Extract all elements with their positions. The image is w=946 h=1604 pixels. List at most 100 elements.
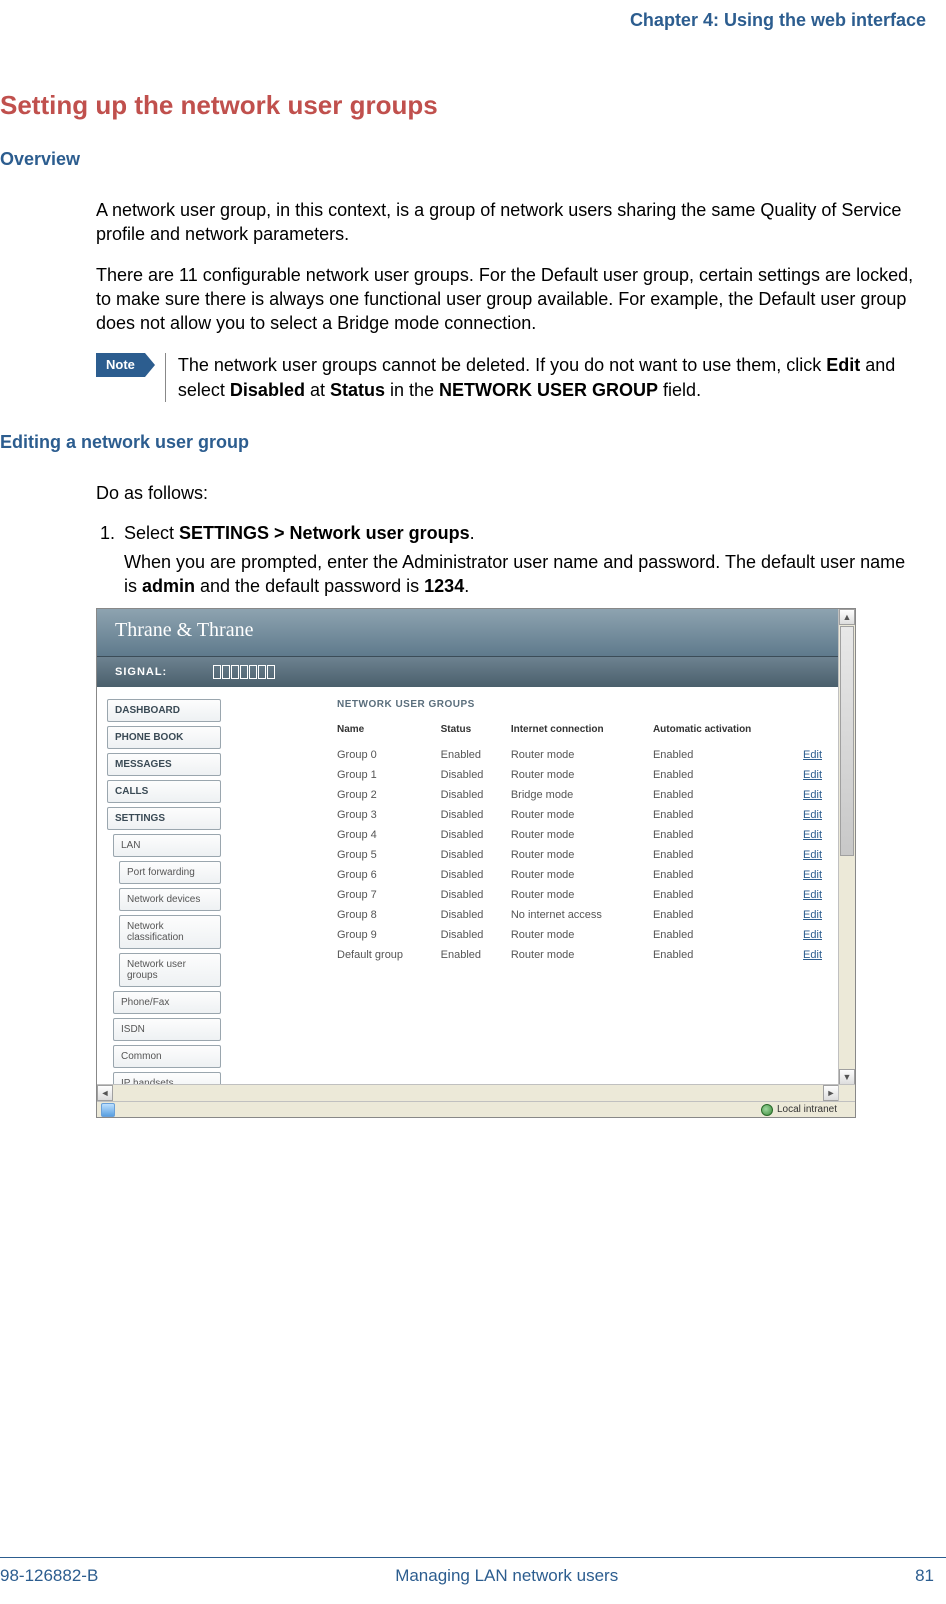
edit-link[interactable]: Edit <box>803 789 822 801</box>
edit-body: Do as follows: Select SETTINGS > Network… <box>96 481 914 1118</box>
do-as: Do as follows: <box>96 481 914 505</box>
footer: 98-126882-B Managing LAN network users 8… <box>0 1566 946 1586</box>
cell-status: Enabled <box>441 945 511 965</box>
table-row: Group 0EnabledRouter modeEnabledEdit <box>337 745 839 765</box>
cell-name: Default group <box>337 945 441 965</box>
overview-heading: Overview <box>0 149 914 170</box>
page-number: 81 <box>915 1566 934 1586</box>
signal-indicator <box>213 665 275 679</box>
nav-dashboard[interactable]: DASHBOARD <box>107 699 221 722</box>
cell-action: Edit <box>803 825 839 845</box>
cell-name: Group 8 <box>337 905 441 925</box>
scroll-right-arrow-icon[interactable]: ► <box>823 1085 839 1101</box>
edit-link[interactable]: Edit <box>803 929 822 941</box>
cell-action: Edit <box>803 785 839 805</box>
scroll-down-arrow-icon[interactable]: ▼ <box>839 1069 855 1085</box>
cell-internet: Router mode <box>511 765 653 785</box>
scroll-up-arrow-icon[interactable]: ▲ <box>839 609 855 625</box>
cell-action: Edit <box>803 845 839 865</box>
cell-status: Disabled <box>441 785 511 805</box>
nav-lan[interactable]: LAN <box>113 834 221 857</box>
scroll-thumb[interactable] <box>840 626 854 856</box>
cell-action: Edit <box>803 905 839 925</box>
page: Chapter 4: Using the web interface Setti… <box>0 0 946 1604</box>
nav-common[interactable]: Common <box>113 1045 221 1068</box>
edit-link[interactable]: Edit <box>803 909 822 921</box>
table-row: Group 3DisabledRouter modeEnabledEdit <box>337 805 839 825</box>
col-auto: Automatic activation <box>653 724 803 745</box>
cell-auto: Enabled <box>653 925 803 945</box>
nav-messages[interactable]: MESSAGES <box>107 753 221 776</box>
cell-action: Edit <box>803 765 839 785</box>
overview-body: A network user group, in this context, i… <box>96 198 914 402</box>
edit-link[interactable]: Edit <box>803 949 822 961</box>
nav-port-forwarding[interactable]: Port forwarding <box>119 861 221 884</box>
cell-name: Group 3 <box>337 805 441 825</box>
nav-calls[interactable]: CALLS <box>107 780 221 803</box>
horizontal-scrollbar[interactable]: ◄ ► <box>97 1084 839 1101</box>
groups-table: Name Status Internet connection Automati… <box>337 724 839 965</box>
nav-phone-fax[interactable]: Phone/Fax <box>113 991 221 1014</box>
cell-action: Edit <box>803 805 839 825</box>
cell-internet: Bridge mode <box>511 785 653 805</box>
cell-name: Group 7 <box>337 885 441 905</box>
cell-action: Edit <box>803 945 839 965</box>
cell-auto: Enabled <box>653 885 803 905</box>
cell-status: Disabled <box>441 885 511 905</box>
cell-internet: Router mode <box>511 925 653 945</box>
col-name: Name <box>337 724 441 745</box>
nav-network-devices[interactable]: Network devices <box>119 888 221 911</box>
cell-action: Edit <box>803 865 839 885</box>
screenshot: Thrane & Thrane SIGNAL: DASHBOARD PHONE … <box>96 608 856 1118</box>
signal-bar: SIGNAL: <box>97 657 855 687</box>
content-area: Setting up the network user groups Overv… <box>0 90 946 1118</box>
cell-auto: Enabled <box>653 945 803 965</box>
table-row: Group 7DisabledRouter modeEnabledEdit <box>337 885 839 905</box>
edit-link[interactable]: Edit <box>803 769 822 781</box>
vertical-scrollbar[interactable]: ▲ ▼ <box>838 609 855 1085</box>
cell-status: Disabled <box>441 845 511 865</box>
col-status: Status <box>441 724 511 745</box>
nav-network-user-groups[interactable]: Network user groups <box>119 953 221 987</box>
security-zone: Local intranet <box>761 1104 837 1116</box>
cell-name: Group 1 <box>337 765 441 785</box>
cell-internet: No internet access <box>511 905 653 925</box>
nav-phone-book[interactable]: PHONE BOOK <box>107 726 221 749</box>
cell-internet: Router mode <box>511 945 653 965</box>
edit-link[interactable]: Edit <box>803 889 822 901</box>
edit-link[interactable]: Edit <box>803 749 822 761</box>
cell-internet: Router mode <box>511 825 653 845</box>
scroll-left-arrow-icon[interactable]: ◄ <box>97 1085 113 1101</box>
cell-action: Edit <box>803 885 839 905</box>
cell-internet: Router mode <box>511 865 653 885</box>
cell-action: Edit <box>803 745 839 765</box>
step-1-note: When you are prompted, enter the Adminis… <box>124 550 914 599</box>
table-row: Group 8DisabledNo internet accessEnabled… <box>337 905 839 925</box>
cell-name: Group 5 <box>337 845 441 865</box>
brand-bar: Thrane & Thrane <box>97 609 855 657</box>
edit-link[interactable]: Edit <box>803 829 822 841</box>
nav-isdn[interactable]: ISDN <box>113 1018 221 1041</box>
edit-link[interactable]: Edit <box>803 849 822 861</box>
cell-name: Group 0 <box>337 745 441 765</box>
cell-auto: Enabled <box>653 825 803 845</box>
col-internet: Internet connection <box>511 724 653 745</box>
zone-icon <box>761 1104 773 1116</box>
cell-name: Group 6 <box>337 865 441 885</box>
cell-name: Group 2 <box>337 785 441 805</box>
cell-status: Enabled <box>441 745 511 765</box>
cell-internet: Router mode <box>511 745 653 765</box>
cell-internet: Router mode <box>511 805 653 825</box>
cell-status: Disabled <box>441 805 511 825</box>
ie-icon <box>101 1103 115 1117</box>
nav-network-classification[interactable]: Network classification <box>119 915 221 949</box>
table-row: Group 4DisabledRouter modeEnabledEdit <box>337 825 839 845</box>
edit-link[interactable]: Edit <box>803 869 822 881</box>
cell-status: Disabled <box>441 925 511 945</box>
nav-settings[interactable]: SETTINGS <box>107 807 221 830</box>
note-block: Note The network user groups cannot be d… <box>96 353 914 402</box>
cell-internet: Router mode <box>511 885 653 905</box>
nav-column: DASHBOARD PHONE BOOK MESSAGES CALLS SETT… <box>97 687 227 1117</box>
overview-p1: A network user group, in this context, i… <box>96 198 914 247</box>
edit-link[interactable]: Edit <box>803 809 822 821</box>
